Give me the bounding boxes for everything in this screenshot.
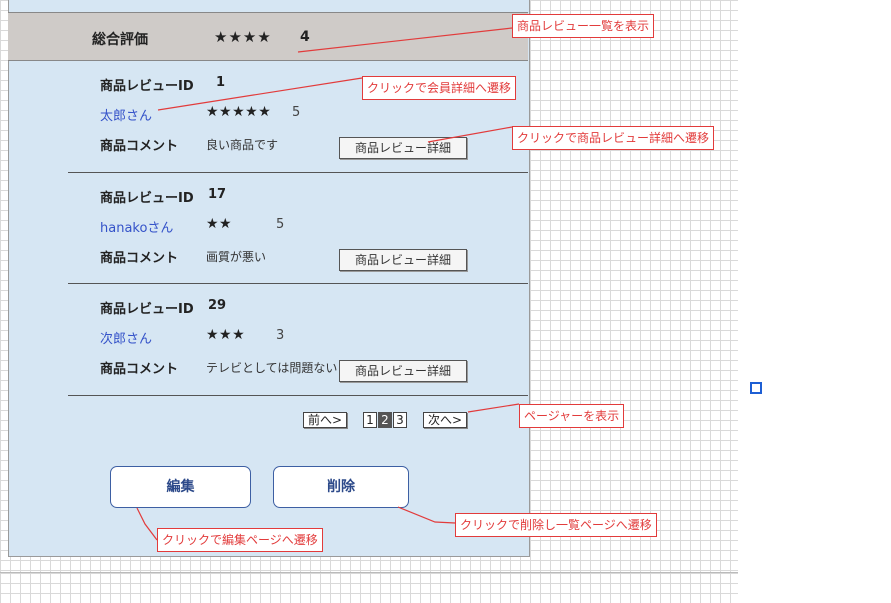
annotation-delete: クリックで削除し一覧ページへ遷移 — [455, 513, 657, 537]
member-link[interactable]: 次郎さん — [100, 328, 152, 347]
pager-page-2-current[interactable]: 2 — [378, 412, 392, 428]
review-id: 1 — [216, 75, 226, 90]
review-comment-label: 商品コメント — [100, 362, 179, 377]
review-stars: ★★★ — [206, 327, 246, 343]
review-detail-button[interactable]: 商品レビュー詳細 — [339, 249, 467, 271]
overall-rating-header: 総合評価 ★★★★ 4 — [8, 12, 528, 61]
review-divider — [68, 395, 528, 396]
annotation-member: クリックで会員詳細へ遷移 — [362, 76, 517, 100]
review-item: 商品レビューID 29 次郎さん ★★★ 3 商品コメント テレビとしては問題な… — [8, 298, 528, 408]
review-comment-label: 商品コメント — [100, 251, 179, 266]
review-score: 3 — [276, 328, 285, 343]
review-comment: テレビとしては問題ない — [206, 361, 338, 375]
review-comment: 良い商品です — [206, 138, 279, 152]
review-id-label: 商品レビューID — [100, 191, 194, 206]
review-detail-button[interactable]: 商品レビュー詳細 — [339, 360, 467, 382]
overall-rating-label: 総合評価 — [92, 32, 148, 48]
review-comment: 画質が悪い — [206, 250, 267, 264]
canvas-margin — [738, 0, 891, 602]
pager-page-1[interactable]: 1 — [363, 412, 377, 428]
pager-page-3[interactable]: 3 — [393, 412, 407, 428]
review-divider — [68, 172, 528, 173]
annotation-list: 商品レビュー一覧を表示 — [512, 14, 655, 38]
overall-rating-stars: ★★★★ — [214, 28, 272, 46]
member-link[interactable]: 太郎さん — [100, 105, 152, 124]
selection-handle[interactable] — [750, 382, 762, 394]
delete-button[interactable]: 削除 — [273, 466, 409, 508]
review-id-label: 商品レビューID — [100, 302, 194, 317]
review-score: 5 — [292, 105, 301, 120]
annotation-edit: クリックで編集ページへ遷移 — [157, 528, 323, 552]
review-divider — [68, 283, 528, 284]
review-id: 29 — [208, 298, 227, 313]
pager-next-button[interactable]: 次へ> — [423, 412, 468, 428]
annotation-pager: ページャーを表示 — [519, 404, 625, 428]
review-score: 5 — [276, 217, 285, 232]
review-comment-label: 商品コメント — [100, 139, 179, 154]
review-item: 商品レビューID 17 hanakoさん ★★ 5 商品コメント 画質が悪い 商… — [8, 187, 528, 297]
annotation-detail: クリックで商品レビュー詳細へ遷移 — [512, 126, 715, 150]
background-grid-bottom — [0, 572, 738, 603]
overall-rating-value: 4 — [300, 29, 310, 45]
review-detail-button[interactable]: 商品レビュー詳細 — [339, 137, 467, 159]
pager-prev-button[interactable]: 前へ> — [303, 412, 348, 428]
review-stars: ★★ — [206, 216, 233, 232]
review-id-label: 商品レビューID — [100, 79, 194, 94]
review-stars: ★★★★★ — [206, 104, 272, 120]
member-link[interactable]: hanakoさん — [100, 217, 173, 236]
edit-button[interactable]: 編集 — [110, 466, 251, 508]
review-id: 17 — [208, 187, 227, 202]
